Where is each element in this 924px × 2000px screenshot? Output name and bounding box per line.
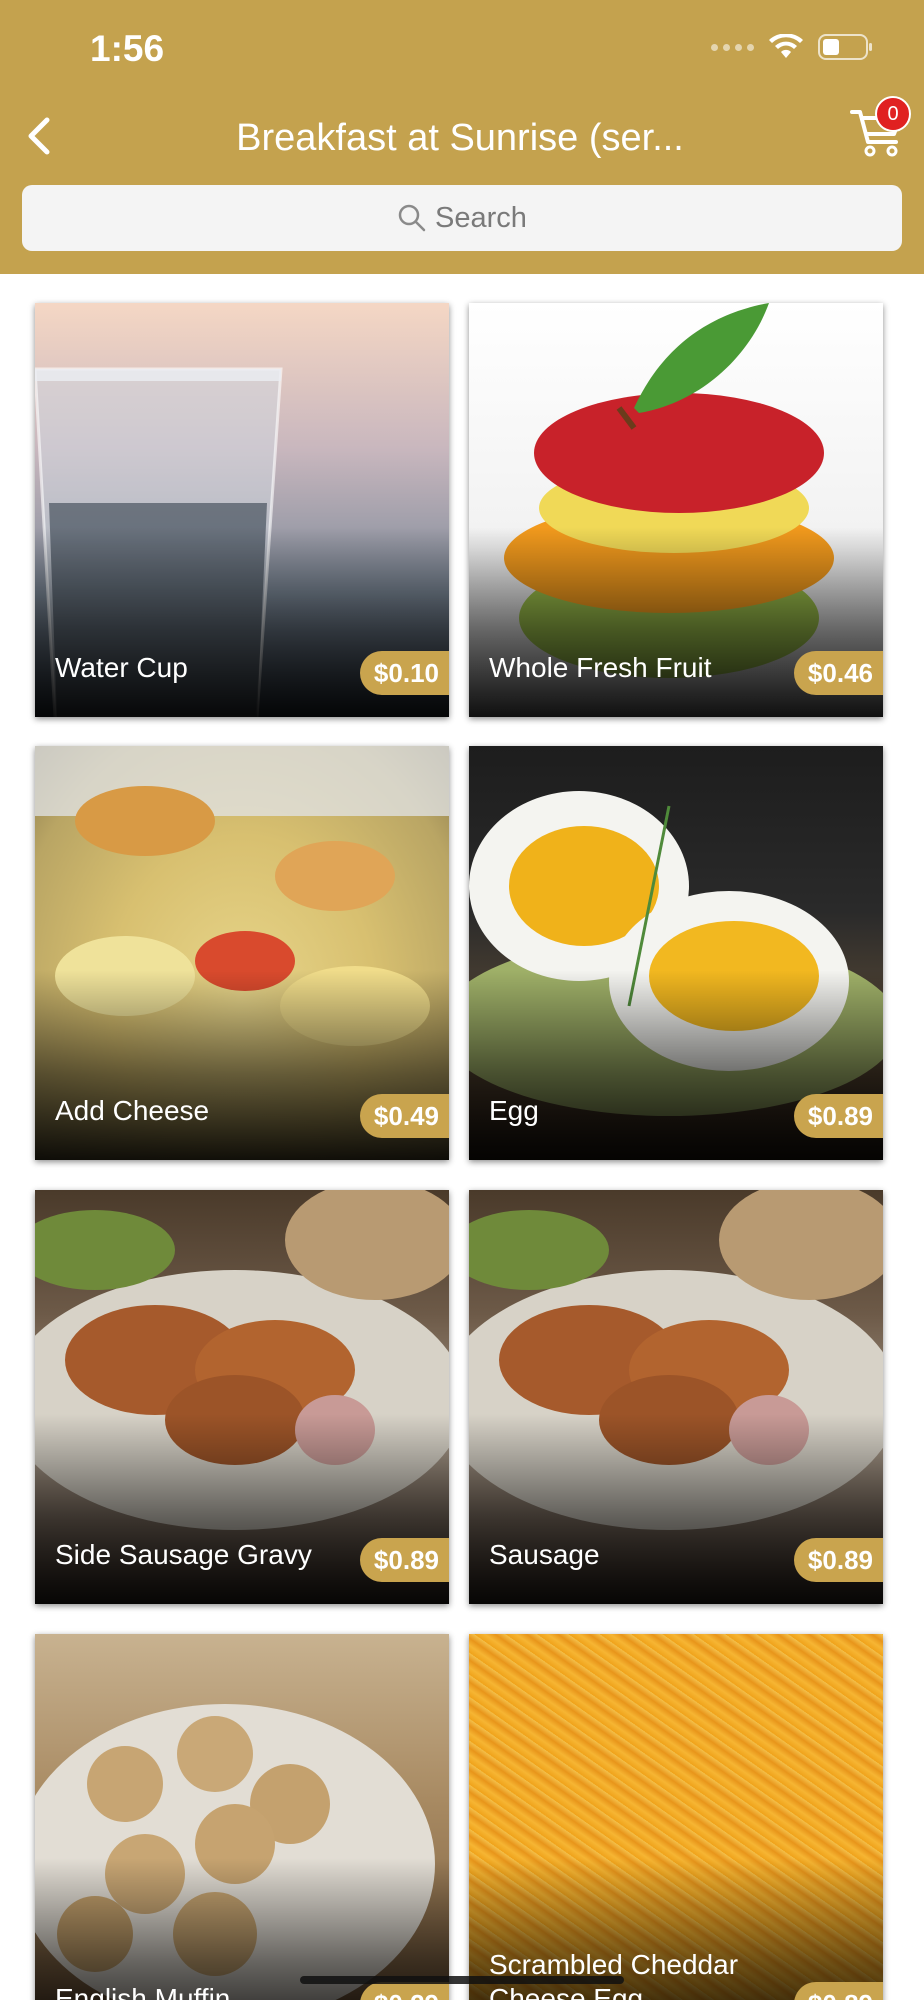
menu-item-card[interactable]: Whole Fresh Fruit $0.46 <box>469 303 883 717</box>
search-icon <box>398 204 426 232</box>
page-title: Breakfast at Sunrise (ser... <box>236 117 684 159</box>
item-name: Add Cheese <box>55 1095 210 1126</box>
item-name: Sausage <box>489 1539 600 1570</box>
item-name: Side Sausage Gravy <box>55 1539 312 1570</box>
battery-icon <box>818 34 872 60</box>
item-price: $0.46 <box>793 651 883 695</box>
item-price: $0.89 <box>359 1538 449 1582</box>
menu-item-card[interactable]: Water Cup $0.10 <box>35 303 449 717</box>
app-header: 1:56 Breakfast at Sunrise (ser... 0 Sear… <box>0 0 924 274</box>
signal-icon <box>711 43 754 51</box>
search-placeholder: Search <box>435 201 527 234</box>
search-input[interactable]: Search <box>22 185 902 251</box>
menu-item-card[interactable]: Scrambled Cheddar Cheese Egg $0.89 <box>469 1634 883 2000</box>
item-price: $0.29 <box>359 1982 449 2000</box>
item-price: $0.89 <box>793 1982 883 2000</box>
item-price: $0.89 <box>793 1538 883 1582</box>
status-time: 1:56 <box>90 28 165 69</box>
menu-item-card[interactable]: Add Cheese $0.49 <box>35 746 449 1160</box>
item-name: Egg <box>489 1095 539 1126</box>
wifi-icon <box>769 34 803 58</box>
home-indicator[interactable] <box>300 1976 624 1984</box>
chevron-left-icon <box>28 117 50 155</box>
item-price: $0.49 <box>359 1094 449 1138</box>
item-name: Scrambled Cheddar Cheese Egg <box>489 1949 739 2000</box>
menu-item-card[interactable]: English Muffin $0.29 <box>35 1634 449 2000</box>
item-name: English Muffin <box>55 1983 231 2000</box>
menu-item-card[interactable]: Side Sausage Gravy $0.89 <box>35 1190 449 1604</box>
menu-item-card[interactable]: Sausage $0.89 <box>469 1190 883 1604</box>
back-button[interactable] <box>14 108 64 164</box>
item-name: Whole Fresh Fruit <box>489 652 712 683</box>
menu-item-card[interactable]: Egg $0.89 <box>469 746 883 1160</box>
cart-count-badge: 0 <box>875 96 911 132</box>
item-name: Water Cup <box>55 652 188 683</box>
menu-grid: Water Cup $0.10 Whole Fresh Fruit $0.46 <box>0 274 924 2000</box>
status-icons <box>711 33 874 61</box>
item-price: $0.89 <box>793 1094 883 1138</box>
item-price: $0.10 <box>359 651 449 695</box>
